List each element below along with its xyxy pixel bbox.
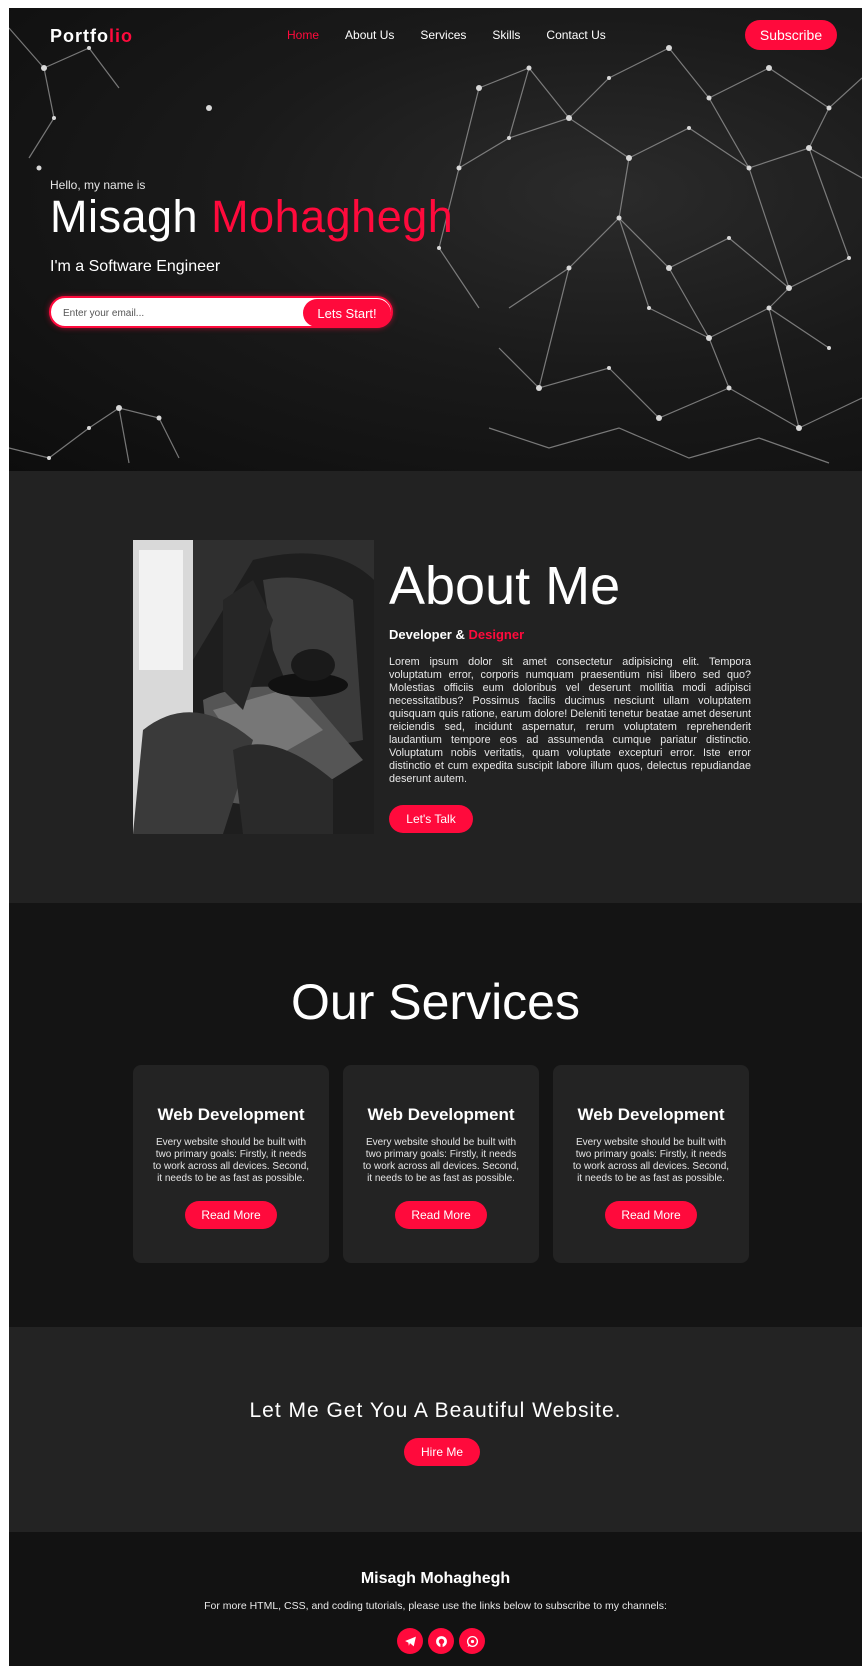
service-card-title: Web Development [157, 1105, 305, 1124]
page: Portfolio Home About Us Services Skills … [9, 8, 862, 1666]
whatsapp-icon[interactable] [459, 1628, 485, 1654]
about-photo [133, 540, 374, 834]
service-card-title: Web Development [577, 1105, 725, 1124]
service-card: Web Development Every website should be … [133, 1065, 329, 1263]
read-more-button[interactable]: Read More [395, 1201, 487, 1229]
footer: Misagh Mohaghegh For more HTML, CSS, and… [9, 1532, 862, 1666]
service-card-text: Every website should be built with two p… [572, 1137, 730, 1184]
hero-name: Misagh Mohaghegh [50, 191, 454, 242]
read-more-button[interactable]: Read More [185, 1201, 277, 1229]
service-card-title: Web Development [367, 1105, 515, 1124]
github-icon[interactable] [428, 1628, 454, 1654]
cta-section: Let Me Get You A Beautiful Website. Hire… [9, 1327, 862, 1532]
cta-title: Let Me Get You A Beautiful Website. [249, 1399, 622, 1422]
hero-role: I'm a Software Engineer [50, 258, 221, 275]
footer-text: For more HTML, CSS, and coding tutorials… [204, 1600, 667, 1612]
hero-greeting: Hello, my name is [50, 178, 146, 192]
service-card: Web Development Every website should be … [343, 1065, 539, 1263]
telegram-icon[interactable] [397, 1628, 423, 1654]
nav-contact-us[interactable]: Contact Us [546, 28, 605, 42]
nav-home[interactable]: Home [287, 28, 319, 42]
services-section: Our Services Web Development Every websi… [9, 903, 862, 1327]
brand-logo[interactable]: Portfolio [50, 26, 133, 47]
lets-talk-button[interactable]: Let's Talk [389, 805, 473, 833]
main-nav: Home About Us Services Skills Contact Us [287, 28, 632, 42]
email-input[interactable] [63, 305, 283, 321]
email-signup-form: Lets Start! [49, 296, 393, 328]
service-card-text: Every website should be built with two p… [362, 1137, 520, 1184]
service-card-text: Every website should be built with two p… [152, 1137, 310, 1184]
service-card: Web Development Every website should be … [553, 1065, 749, 1263]
services-title: Our Services [291, 974, 580, 1030]
nav-skills[interactable]: Skills [492, 28, 520, 42]
about-body: Lorem ipsum dolor sit amet consectetur a… [389, 656, 751, 785]
about-section: About Me Developer & Designer Lorem ipsu… [9, 471, 862, 903]
about-title: About Me [389, 556, 621, 616]
about-subtitle: Developer & Designer [389, 627, 525, 642]
social-links [397, 1628, 485, 1654]
nav-about-us[interactable]: About Us [345, 28, 394, 42]
hire-me-button[interactable]: Hire Me [404, 1438, 480, 1466]
read-more-button[interactable]: Read More [605, 1201, 697, 1229]
lets-start-button[interactable]: Lets Start! [303, 299, 391, 327]
footer-name: Misagh Mohaghegh [360, 1570, 511, 1587]
hero-section: Portfolio Home About Us Services Skills … [9, 8, 862, 471]
nav-services[interactable]: Services [420, 28, 466, 42]
subscribe-button[interactable]: Subscribe [745, 20, 837, 50]
